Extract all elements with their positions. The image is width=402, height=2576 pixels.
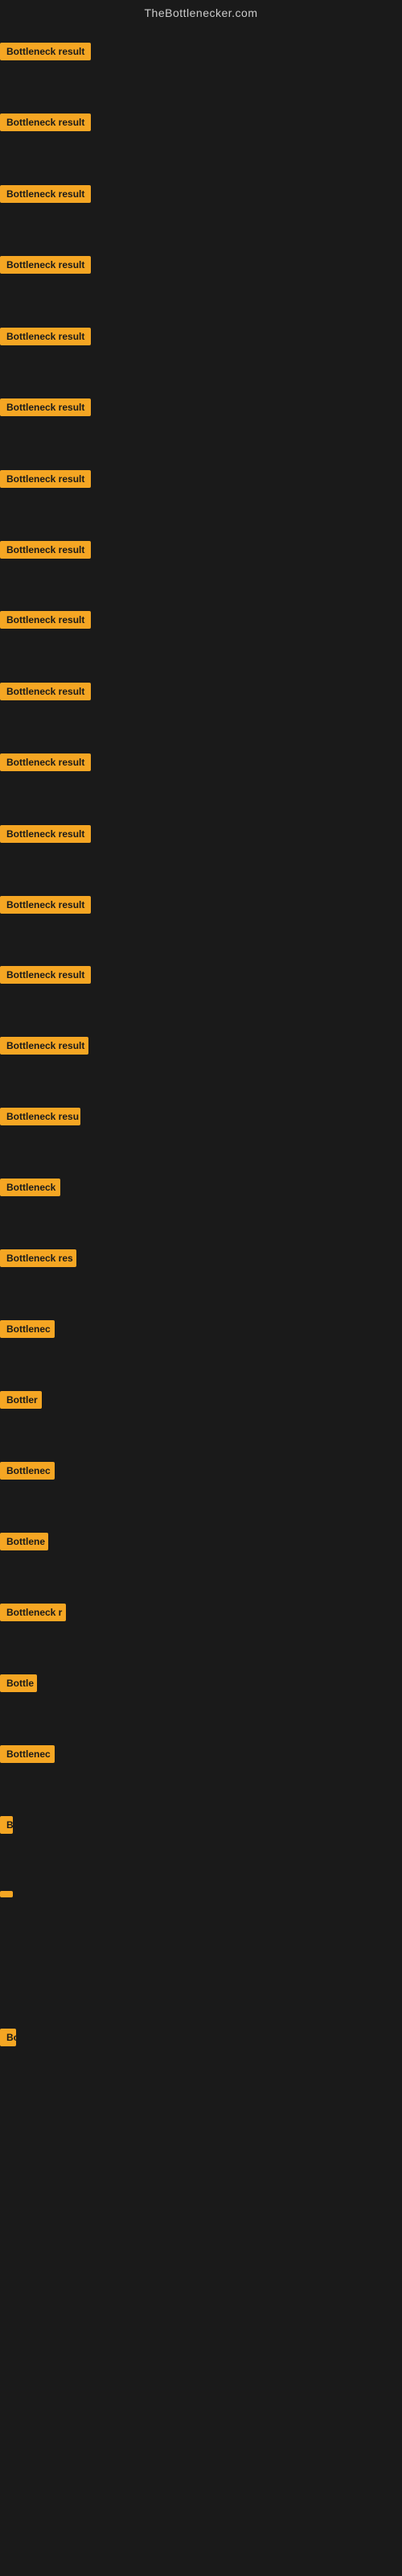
bottleneck-result-label: Bottleneck result bbox=[0, 541, 91, 559]
list-item[interactable] bbox=[0, 1887, 13, 1901]
list-item[interactable]: Bottleneck result bbox=[0, 470, 91, 492]
list-item[interactable]: B bbox=[0, 1816, 13, 1838]
bottleneck-result-label: Bottleneck result bbox=[0, 611, 91, 629]
list-item[interactable]: Bottleneck result bbox=[0, 825, 91, 847]
bottleneck-result-label: Bottleneck result bbox=[0, 1037, 88, 1055]
list-item[interactable]: Bottlenec bbox=[0, 1320, 55, 1342]
bottleneck-result-label: Bottlenec bbox=[0, 1320, 55, 1338]
list-item[interactable]: Bottleneck result bbox=[0, 1037, 88, 1059]
bottleneck-result-label: Bottle bbox=[0, 1674, 37, 1692]
bottleneck-result-label: Bo bbox=[0, 2029, 16, 2046]
list-item[interactable]: Bottleneck result bbox=[0, 398, 91, 420]
bottleneck-result-label: Bottleneck result bbox=[0, 470, 91, 488]
bottleneck-result-label: Bottleneck result bbox=[0, 43, 91, 60]
bottleneck-result-label: Bottleneck result bbox=[0, 966, 91, 984]
list-item[interactable]: Bottleneck res bbox=[0, 1249, 76, 1271]
list-item[interactable]: Bottleneck resu bbox=[0, 1108, 80, 1129]
bottleneck-result-label: Bottleneck result bbox=[0, 114, 91, 131]
list-item[interactable]: Bottleneck result bbox=[0, 611, 91, 633]
list-item[interactable]: Bottleneck result bbox=[0, 328, 91, 349]
bottleneck-result-label: Bottleneck result bbox=[0, 753, 91, 771]
bottleneck-result-label: Bottleneck bbox=[0, 1179, 60, 1196]
list-item[interactable]: Bo bbox=[0, 2029, 16, 2050]
bottleneck-result-label: Bottleneck res bbox=[0, 1249, 76, 1267]
list-item[interactable]: Bottlenec bbox=[0, 1745, 55, 1767]
list-item[interactable]: Bottleneck r bbox=[0, 1604, 66, 1625]
bottleneck-result-label: Bottlenec bbox=[0, 1745, 55, 1763]
bottleneck-result-label: Bottleneck result bbox=[0, 185, 91, 203]
list-item[interactable]: Bottleneck result bbox=[0, 541, 91, 563]
list-item[interactable]: Bottleneck result bbox=[0, 683, 91, 704]
list-item[interactable]: Bottleneck result bbox=[0, 966, 91, 988]
site-title: TheBottlenecker.com bbox=[0, 0, 402, 29]
bottleneck-result-label bbox=[0, 1891, 13, 1897]
list-item[interactable]: Bottleneck result bbox=[0, 753, 91, 775]
list-item[interactable]: Bottleneck result bbox=[0, 114, 91, 135]
bottleneck-result-label: B bbox=[0, 1816, 13, 1834]
bottleneck-result-label: Bottler bbox=[0, 1391, 42, 1409]
bottleneck-result-label: Bottleneck result bbox=[0, 398, 91, 416]
bottleneck-result-label: Bottleneck result bbox=[0, 256, 91, 274]
list-item[interactable]: Bottle bbox=[0, 1674, 37, 1696]
list-item[interactable]: Bottleneck result bbox=[0, 256, 91, 278]
list-item[interactable]: Bottleneck result bbox=[0, 896, 91, 918]
bottleneck-result-label: Bottleneck result bbox=[0, 683, 91, 700]
list-item[interactable]: Bottlene bbox=[0, 1533, 48, 1554]
list-item[interactable]: Bottleneck bbox=[0, 1179, 60, 1200]
bottleneck-result-label: Bottleneck resu bbox=[0, 1108, 80, 1125]
list-item[interactable]: Bottler bbox=[0, 1391, 42, 1413]
bottleneck-result-label: Bottlenec bbox=[0, 1462, 55, 1480]
list-item[interactable]: Bottleneck result bbox=[0, 185, 91, 207]
bottleneck-result-label: Bottleneck r bbox=[0, 1604, 66, 1621]
bottleneck-result-label: Bottleneck result bbox=[0, 328, 91, 345]
bottleneck-result-label: Bottleneck result bbox=[0, 825, 91, 843]
bottleneck-result-label: Bottleneck result bbox=[0, 896, 91, 914]
bottleneck-result-label: Bottlene bbox=[0, 1533, 48, 1550]
list-item[interactable]: Bottleneck result bbox=[0, 43, 91, 64]
list-item[interactable]: Bottlenec bbox=[0, 1462, 55, 1484]
